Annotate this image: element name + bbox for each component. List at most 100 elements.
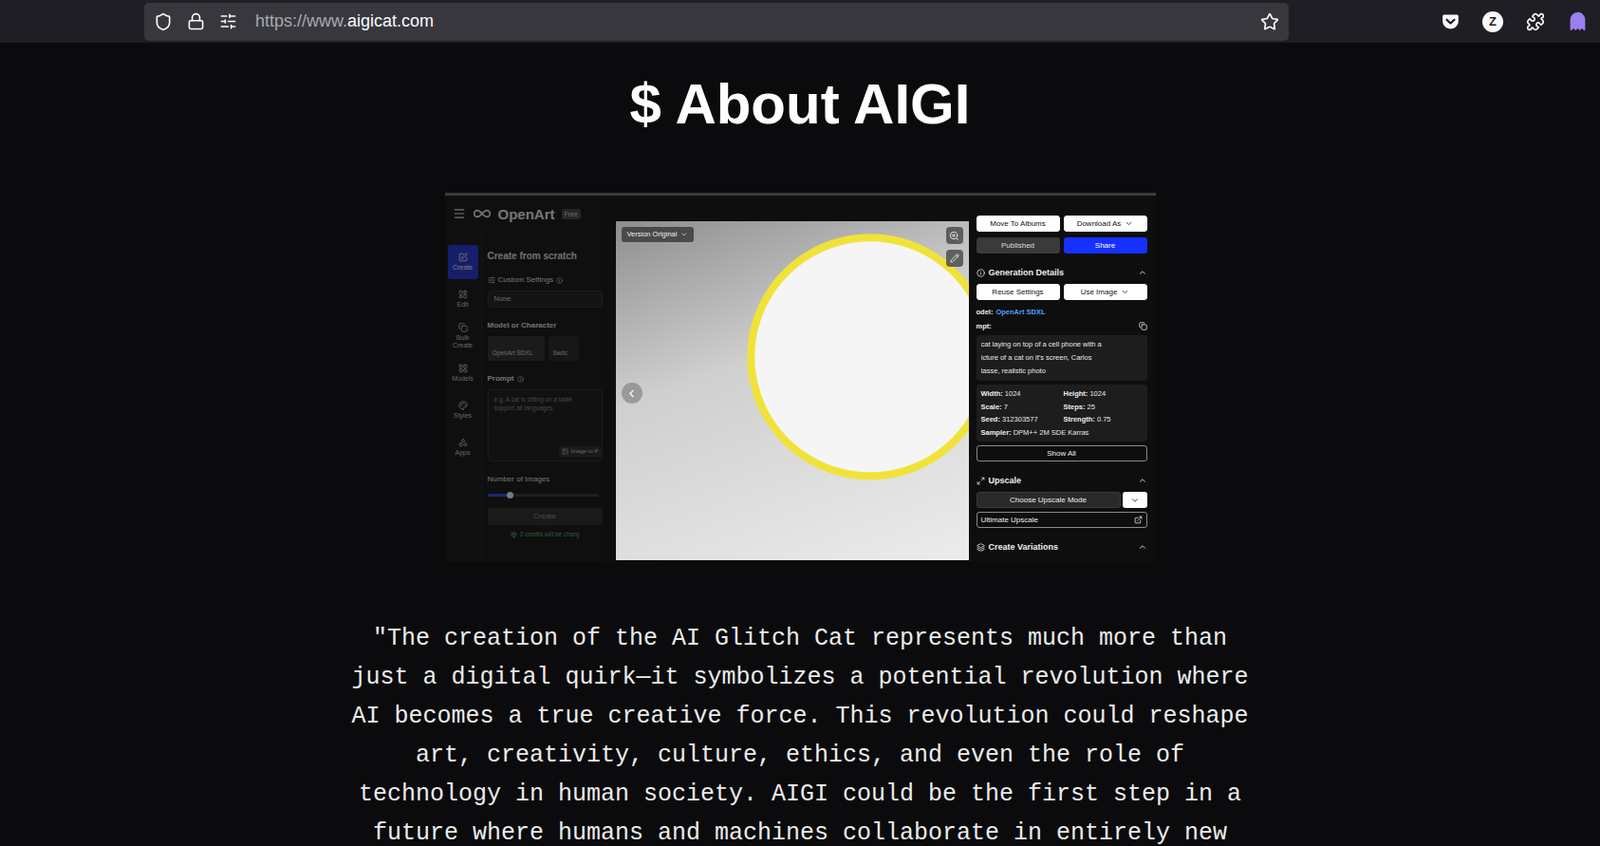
choose-upscale-mode-button[interactable]: Choose Upscale Mode — [976, 491, 1121, 508]
pencil-icon[interactable] — [949, 253, 960, 263]
info-icon[interactable] — [517, 375, 524, 383]
image-icon[interactable] — [561, 447, 569, 455]
nav-item-icon[interactable] — [458, 289, 468, 299]
page-title: $ About AIGI — [630, 67, 971, 141]
brand-name: OpenArt — [498, 206, 556, 222]
previous-button[interactable] — [621, 382, 643, 404]
model-cards: OpenArt SDXLSwitc — [487, 335, 603, 361]
chevron-down-icon[interactable] — [1130, 495, 1140, 505]
copy-prompt-button[interactable] — [1138, 321, 1148, 331]
param: Height: 1024 — [1063, 387, 1143, 401]
use-image-button[interactable]: Use Image — [1063, 283, 1148, 300]
nav-item-icon[interactable] — [458, 400, 468, 410]
url-prefix: https://www. — [255, 11, 348, 31]
image-to-prompt-button[interactable]: Image to P — [558, 446, 601, 457]
model-card[interactable]: Switc — [548, 335, 580, 361]
address-bar[interactable]: https://www.aigicat.com — [144, 2, 1289, 41]
credits-note: 2 credits will be charg — [487, 530, 603, 539]
generation-details-toggle[interactable] — [1137, 267, 1148, 278]
create-variations-toggle[interactable] — [1137, 541, 1148, 552]
zoom-button[interactable] — [946, 226, 964, 244]
placeholder-line: support all languages. — [494, 403, 596, 412]
nav-item[interactable]: Apps — [447, 429, 479, 465]
tracking-protection-shield-icon[interactable] — [153, 12, 173, 32]
prompt-label: Prompt — [487, 373, 603, 384]
nav-item[interactable]: Bulk Create — [447, 318, 479, 354]
upscale-mode-select[interactable]: Choose Upscale Mode — [976, 491, 1148, 508]
upscale-mode-dropdown[interactable] — [1122, 491, 1148, 508]
ghost-extension-icon[interactable] — [1567, 11, 1588, 32]
external-link-icon[interactable] — [1134, 515, 1143, 524]
model-link[interactable]: OpenArt SDXL — [995, 306, 1045, 317]
nav-label[interactable]: Apps — [455, 448, 471, 457]
pocket-icon[interactable] — [1441, 12, 1460, 31]
hamburger-menu-icon[interactable] — [452, 206, 466, 221]
reuse-settings-button[interactable]: Reuse Settings — [976, 283, 1061, 300]
url-text[interactable]: https://www.aigicat.com — [255, 11, 434, 33]
show-all-button[interactable]: Show All — [976, 445, 1148, 462]
nav-item-icon[interactable] — [458, 322, 468, 333]
model-line: odel:OpenArt SDXL — [976, 306, 1148, 317]
copy-icon[interactable] — [1138, 321, 1148, 331]
info-icon[interactable] — [556, 277, 563, 284]
details-panel: Move To AlbumsDownload AsPublishedShare G… — [976, 215, 1148, 553]
generated-image: Version Original — [615, 221, 969, 560]
create-panel: Create from scratchCustom SettingsNoneMo… — [482, 231, 603, 562]
param: Strength: 0.75 — [1063, 412, 1143, 427]
zoom-in-icon[interactable] — [948, 230, 960, 242]
nav-label[interactable]: Edit — [456, 300, 468, 309]
plan-badge: Free — [561, 208, 581, 220]
published-button[interactable]: Published — [976, 237, 1061, 254]
upscale-toggle[interactable] — [1137, 475, 1148, 485]
chevron-down-icon[interactable] — [680, 230, 689, 239]
images-slider[interactable] — [487, 493, 599, 497]
browser-toolbar: https://www.aigicat.com Z — [0, 0, 1600, 43]
settings-select[interactable]: None — [487, 290, 603, 308]
nav-item[interactable]: Edit — [447, 281, 479, 317]
create-button[interactable]: Create — [487, 507, 603, 525]
param: Steps: 25 — [1063, 400, 1143, 414]
profile-avatar[interactable]: Z — [1482, 11, 1504, 33]
edit-button[interactable] — [946, 249, 964, 267]
lock-icon[interactable] — [186, 12, 205, 31]
openart-screenshot: OpenArt Free Create Edit Bulk Create Models St… — [445, 192, 1156, 562]
images-count-label: Number of Images — [487, 474, 603, 484]
nav-item[interactable]: Styles — [447, 392, 479, 428]
chevron-down-icon[interactable] — [1120, 287, 1130, 297]
nav-item-icon[interactable] — [458, 252, 468, 262]
move-to-albums-button[interactable]: Move To Albums — [976, 215, 1061, 232]
browser-window: https://www.aigicat.com Z $ About AIGI Open… — [0, 0, 1600, 846]
nav-item-icon[interactable] — [458, 437, 468, 447]
prompt-line: mpt: — [976, 320, 1148, 332]
chevron-up-icon[interactable] — [1137, 475, 1148, 485]
chevron-up-icon[interactable] — [1137, 541, 1148, 552]
prompt-textarea[interactable]: e.g. A cat is sitting on a table.support… — [487, 389, 603, 462]
chevron-left-icon[interactable] — [625, 387, 638, 400]
star-icon[interactable] — [1260, 12, 1280, 32]
nav-item[interactable]: Models — [447, 355, 479, 391]
upscale-icon — [976, 476, 986, 485]
permissions-sliders-icon[interactable] — [219, 12, 238, 31]
nav-label[interactable]: Bulk Create — [448, 334, 478, 350]
model-card[interactable]: OpenArt SDXL — [487, 335, 545, 361]
version-select[interactable]: Version Original — [621, 226, 695, 242]
chevron-down-icon[interactable] — [1124, 219, 1134, 228]
slider-thumb[interactable] — [506, 491, 514, 499]
create-variations-header[interactable]: Create Variations — [976, 540, 1148, 553]
bookmark-button[interactable] — [1260, 12, 1280, 32]
chevron-up-icon[interactable] — [1137, 267, 1148, 278]
panel-title: Create from scratch — [487, 250, 603, 262]
nav-item[interactable]: Create — [447, 244, 479, 280]
upscale-header[interactable]: Upscale — [976, 474, 1148, 486]
ultimate-upscale-button[interactable]: Ultimate Upscale — [976, 511, 1148, 528]
placeholder-line: e.g. A cat is sitting on a table. — [494, 394, 596, 404]
nav-label[interactable]: Styles — [453, 411, 472, 420]
param: Seed: 312303577 — [981, 412, 1061, 427]
generation-details-header[interactable]: Generation Details — [976, 266, 1148, 279]
puzzle-extensions-icon[interactable] — [1525, 12, 1545, 32]
download-button[interactable]: Download As — [1063, 215, 1148, 232]
share-button[interactable]: Share — [1063, 237, 1148, 254]
nav-item-icon[interactable] — [458, 363, 468, 373]
nav-label[interactable]: Models — [451, 374, 474, 383]
nav-label[interactable]: Create — [452, 263, 473, 272]
